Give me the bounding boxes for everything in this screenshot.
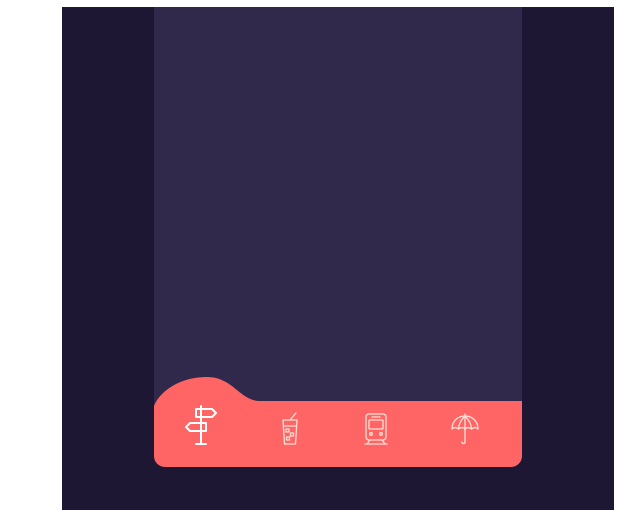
bottom-tab-bar	[154, 377, 522, 467]
umbrella-icon	[451, 413, 479, 445]
train-icon	[364, 413, 388, 445]
tab-explore[interactable]	[179, 403, 223, 447]
tab-drinks[interactable]	[268, 407, 312, 451]
phone-screen	[154, 7, 522, 467]
drink-glass-icon	[282, 412, 298, 445]
tab-weather[interactable]	[443, 407, 487, 451]
signpost-icon	[185, 405, 217, 445]
tab-transport[interactable]	[354, 407, 398, 451]
